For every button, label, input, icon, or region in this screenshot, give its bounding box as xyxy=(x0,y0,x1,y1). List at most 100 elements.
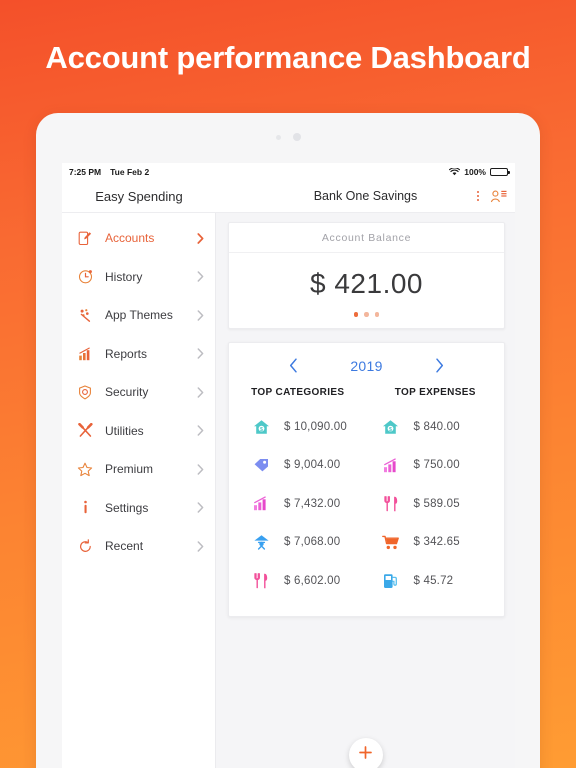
column-title: TOP EXPENSES xyxy=(394,386,476,398)
sidebar-nav: Accounts History App Themes Reports Secu… xyxy=(62,213,216,768)
chevron-left-icon[interactable] xyxy=(289,358,298,373)
amount-label: $ 10,090.00 xyxy=(284,420,347,433)
sidebar-item-settings[interactable]: Settings xyxy=(62,489,215,528)
user-profile-icon[interactable] xyxy=(490,190,507,203)
plus-icon xyxy=(358,745,373,765)
account-name-title: Bank One Savings xyxy=(313,189,418,203)
shield-icon xyxy=(75,385,95,400)
pager-dot[interactable] xyxy=(364,312,369,317)
list-item[interactable]: $ $ 10,090.00 xyxy=(229,408,367,447)
promo-headline: Account performance Dashboard xyxy=(45,40,531,75)
list-item[interactable]: $ 6,602.00 xyxy=(229,562,367,601)
shopping-cart-icon xyxy=(381,535,401,550)
amount-label: $ 45.72 xyxy=(413,574,454,587)
refresh-icon xyxy=(75,538,95,554)
year-label: 2019 xyxy=(350,357,383,374)
house-money-icon: $ xyxy=(251,419,271,435)
pager-dot[interactable] xyxy=(353,312,359,317)
chevron-right-icon xyxy=(197,502,204,513)
kebab-menu-icon[interactable] xyxy=(477,191,479,201)
amount-label: $ 589.05 xyxy=(413,497,460,510)
sidebar-item-security[interactable]: Security xyxy=(62,373,215,412)
list-item[interactable]: $ 45.72 xyxy=(367,562,505,601)
wifi-icon xyxy=(449,167,461,176)
amount-label: $ 840.00 xyxy=(413,420,460,433)
pager-dot[interactable] xyxy=(374,312,380,317)
content-area: Account Balance $ 421.00 2019 TOP CATEGO… xyxy=(216,213,515,768)
front-camera-dot xyxy=(292,133,301,141)
chevron-right-icon xyxy=(197,348,204,359)
sidebar-item-app-themes[interactable]: App Themes xyxy=(62,296,215,335)
svg-text:$: $ xyxy=(260,427,263,433)
edit-document-icon xyxy=(75,231,95,246)
amount-label: $ 9,004.00 xyxy=(284,459,341,472)
add-entry-fab[interactable] xyxy=(348,738,383,768)
clock-icon xyxy=(75,269,95,284)
sidebar-item-accounts[interactable]: Accounts xyxy=(62,219,215,258)
tablet-screen: 7:25 PM Tue Feb 2 100% Easy Spending Ban… xyxy=(62,163,515,768)
battery-icon xyxy=(490,167,510,176)
list-item[interactable]: $ 589.05 xyxy=(367,485,505,524)
amount-label: $ 6,602.00 xyxy=(284,574,341,587)
status-bar: 7:25 PM Tue Feb 2 100% xyxy=(62,163,515,180)
amount-label: $ 342.65 xyxy=(413,536,460,549)
balance-card-title: Account Balance xyxy=(229,223,504,253)
sidebar-item-utilities[interactable]: Utilities xyxy=(62,412,215,451)
sidebar-item-label: Recent xyxy=(105,539,144,554)
chevron-right-icon xyxy=(197,464,204,475)
list-item[interactable]: $ 9,004.00 xyxy=(229,446,367,485)
chevron-right-icon xyxy=(197,541,204,552)
promo-screenshot: Account performance Dashboard 7:25 PM Tu… xyxy=(0,0,576,768)
palette-icon xyxy=(75,308,95,323)
sidebar-item-label: Premium xyxy=(105,462,154,477)
column-title: TOP CATEGORIES xyxy=(251,386,345,398)
star-icon xyxy=(75,462,95,477)
sidebar-item-recent[interactable]: Recent xyxy=(62,527,215,566)
tablet-device-frame: 7:25 PM Tue Feb 2 100% Easy Spending Ban… xyxy=(36,113,540,768)
amount-label: $ 7,068.00 xyxy=(284,536,341,549)
sidebar-item-label: Security xyxy=(105,385,149,400)
cutlery-icon xyxy=(251,572,271,589)
device-sensor-row xyxy=(36,133,540,141)
bar-chart-icon xyxy=(381,457,401,473)
amount-label: $ 7,432.00 xyxy=(284,497,341,510)
sidebar-item-history[interactable]: History xyxy=(62,258,215,297)
sidebar-item-label: Reports xyxy=(105,346,148,361)
top-categories-column: TOP CATEGORIES $ $ 10,090.00 $ 9,004.00 … xyxy=(229,387,367,601)
amount-label: $ 750.00 xyxy=(413,459,460,472)
list-item[interactable]: $ 342.65 xyxy=(367,523,505,562)
top-expenses-column: TOP EXPENSES $ $ 840.00 $ 750.00 $ 589.0… xyxy=(367,387,505,601)
info-icon xyxy=(75,500,95,515)
status-bar-time: 7:25 PM xyxy=(69,166,102,177)
house-money-icon: $ xyxy=(381,419,401,435)
app-brand-title: Easy Spending xyxy=(95,188,183,204)
list-item[interactable]: $ 7,432.00 xyxy=(229,485,367,524)
chevron-right-icon xyxy=(197,310,204,321)
sidebar-item-label: Accounts xyxy=(105,231,155,246)
sidebar-item-label: History xyxy=(105,269,143,284)
list-item[interactable]: $ 750.00 xyxy=(367,446,505,485)
header-main: Bank One Savings xyxy=(216,189,515,203)
balance-pager-dots[interactable] xyxy=(229,312,504,328)
sidebar-item-premium[interactable]: Premium xyxy=(62,450,215,489)
cutlery-icon xyxy=(381,495,401,512)
chevron-right-icon xyxy=(197,425,204,436)
chevron-right-icon xyxy=(197,232,204,244)
sports-icon xyxy=(251,534,271,550)
top-expenses-card: 2019 TOP CATEGORIES $ $ 10,090.00 $ 9,00… xyxy=(228,341,505,617)
svg-text:$: $ xyxy=(389,427,392,433)
balance-amount: $ 421.00 xyxy=(310,268,423,299)
sidebar-item-label: App Themes xyxy=(105,308,173,323)
tag-icon xyxy=(251,458,271,472)
fuel-pump-icon xyxy=(381,573,401,589)
chevron-right-icon[interactable] xyxy=(435,358,444,373)
bar-chart-icon xyxy=(251,496,271,511)
sidebar-item-label: Utilities xyxy=(105,423,144,438)
bar-chart-icon xyxy=(75,347,95,361)
sidebar-item-reports[interactable]: Reports xyxy=(62,335,215,374)
status-bar-date: Tue Feb 2 xyxy=(110,166,150,177)
expense-columns: TOP CATEGORIES $ $ 10,090.00 $ 9,004.00 … xyxy=(229,387,504,601)
app-header: Easy Spending Bank One Savings xyxy=(62,180,515,213)
list-item[interactable]: $ $ 840.00 xyxy=(367,408,505,447)
list-item[interactable]: $ 7,068.00 xyxy=(229,523,367,562)
